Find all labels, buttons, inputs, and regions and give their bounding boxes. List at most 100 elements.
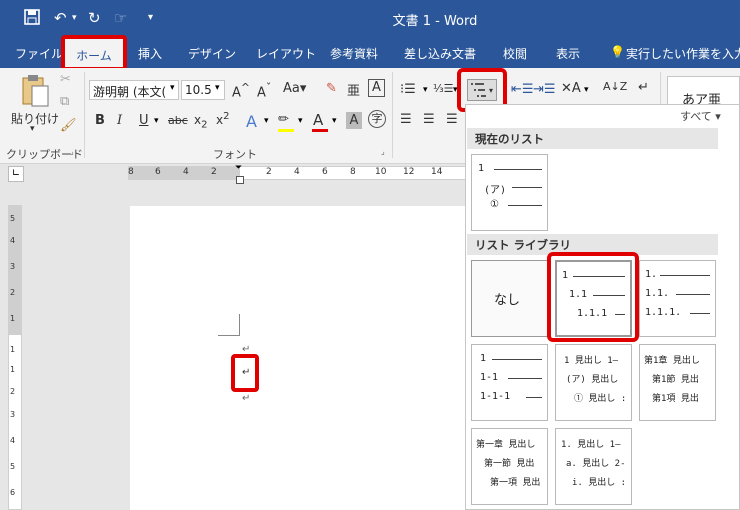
ruler-number: 2: [10, 288, 16, 297]
indent-marker-icon[interactable]: ⏷: [235, 163, 242, 173]
align-right-icon[interactable]: ☰: [446, 112, 458, 127]
list-level-text: 1 見出し 1—: [564, 356, 619, 366]
list-style-tile-5[interactable]: 第1章 見出し 第1節 見出 第1項 見出: [639, 344, 716, 421]
list-line: [690, 313, 710, 314]
ruler-number: 12: [403, 167, 415, 177]
ruler-number: 5: [10, 462, 16, 471]
numbering-icon[interactable]: ⅓☰: [433, 82, 454, 95]
font-dialog-launcher-icon[interactable]: ⌟: [381, 147, 385, 156]
tab-insert[interactable]: 挿入: [138, 45, 162, 62]
document-page[interactable]: [130, 206, 470, 510]
list-style-tile-2[interactable]: 1. 1.1. 1.1.1.: [639, 260, 716, 337]
list-none-tile[interactable]: なし: [471, 260, 548, 337]
bullets-dropdown-icon[interactable]: ▾: [423, 85, 428, 95]
list-line: [492, 359, 542, 360]
gallery-filter[interactable]: すべて ▾: [680, 108, 721, 124]
ruler-number: 2: [10, 387, 16, 396]
text-effects-dropdown-icon[interactable]: ▾: [264, 116, 269, 126]
list-level-text: 第1章 見出し: [644, 356, 700, 366]
highlight-dropdown-icon[interactable]: ▾: [298, 116, 303, 126]
dialog-launcher-icon[interactable]: ⌟: [70, 147, 74, 156]
underline-icon[interactable]: U: [139, 113, 149, 128]
list-style-tile-6[interactable]: 第一章 見出し 第一節 見出 第一項 見出: [471, 428, 548, 505]
tab-view[interactable]: 表示: [556, 45, 580, 62]
list-style-tile-7[interactable]: 1. 見出し 1— a. 見出し 2- i. 見出し :: [555, 428, 632, 505]
ruler-number: 6: [10, 488, 16, 497]
list-line: [660, 275, 710, 276]
ruler-number: 4: [183, 167, 189, 177]
tab-home[interactable]: ホーム: [61, 35, 127, 71]
character-border-icon[interactable]: A: [368, 79, 385, 97]
paste-icon[interactable]: [20, 74, 50, 111]
cut-icon[interactable]: ✂: [60, 72, 71, 87]
align-center-icon[interactable]: ☰: [423, 112, 435, 127]
paragraph-mark-icon[interactable]: ↵: [242, 367, 250, 378]
font-size-dropdown-icon[interactable]: ▾: [215, 83, 220, 93]
font-name-combo[interactable]: 游明朝 (本文(: [89, 80, 179, 100]
copy-icon[interactable]: ⧉: [60, 94, 69, 109]
current-list-heading: 現在のリスト: [467, 128, 718, 149]
phonetic-guide-icon[interactable]: 亜: [347, 80, 360, 99]
text-effects-icon[interactable]: A: [246, 112, 257, 131]
font-color-icon[interactable]: A: [313, 111, 323, 129]
ruler-number: 6: [322, 167, 328, 177]
paste-dropdown-icon[interactable]: ▾: [30, 124, 35, 134]
superscript-icon[interactable]: x2: [216, 111, 229, 127]
ruler-number: 6: [155, 167, 161, 177]
enclose-characters-icon[interactable]: 字: [368, 110, 386, 128]
subscript-icon[interactable]: x2: [194, 113, 207, 130]
font-dropdown-icon[interactable]: ▾: [170, 83, 175, 93]
list-style-tile-3[interactable]: 1 1-1 1-1-1: [471, 344, 548, 421]
ruler-number: 1: [10, 365, 16, 374]
tab-file[interactable]: ファイル: [15, 45, 63, 62]
asian-layout-icon[interactable]: ✕A: [561, 81, 581, 96]
list-line: [508, 378, 542, 379]
sort-icon[interactable]: A↓Z: [603, 80, 627, 93]
underline-dropdown-icon[interactable]: ▾: [154, 116, 159, 126]
tab-review[interactable]: 校閲: [503, 45, 527, 62]
ruler-number: 5: [10, 214, 16, 223]
align-left-icon[interactable]: ☰: [400, 112, 412, 127]
list-level-text: 1: [478, 163, 485, 174]
italic-icon[interactable]: I: [117, 113, 122, 128]
tab-mailings[interactable]: 差し込み文書: [404, 45, 476, 62]
list-line: [512, 187, 542, 188]
current-list-tile[interactable]: 1 (ア) ①: [471, 154, 548, 231]
font-color-dropdown-icon[interactable]: ▾: [332, 116, 337, 126]
list-level-text: (ア) 見出し: [566, 375, 619, 385]
shrink-font-icon[interactable]: Aˇ: [257, 81, 271, 100]
list-level-text: 1.: [645, 269, 658, 280]
list-level-text: 1.1.: [645, 288, 670, 299]
ruler-number: 1: [10, 314, 16, 323]
left-indent-marker-icon[interactable]: [236, 176, 244, 184]
format-painter-icon[interactable]: 🖌: [60, 118, 77, 133]
grow-font-icon[interactable]: A^: [232, 81, 250, 100]
strikethrough-icon[interactable]: abc: [168, 114, 188, 127]
tab-references[interactable]: 参考資料: [330, 45, 378, 62]
tell-me-input[interactable]: 実行したい作業を入力: [626, 45, 740, 62]
character-shading-icon[interactable]: A: [346, 112, 362, 129]
highlight-color-bar: [278, 129, 294, 132]
tab-selector-icon[interactable]: ∟: [8, 166, 24, 182]
paste-label[interactable]: 貼り付け: [11, 110, 59, 127]
tab-layout[interactable]: レイアウト: [256, 45, 316, 62]
ruler-number: 4: [10, 236, 16, 245]
bullets-icon[interactable]: ⁝☰: [400, 82, 416, 97]
change-case-icon[interactable]: Aa▾: [283, 81, 306, 96]
list-level-text: 1. 見出し 1—: [561, 440, 621, 450]
list-line: [676, 294, 710, 295]
increase-indent-icon[interactable]: ⇥☰: [533, 82, 556, 97]
bold-icon[interactable]: B: [95, 113, 105, 128]
show-marks-icon[interactable]: ↵: [638, 80, 649, 95]
clear-formatting-icon[interactable]: ✎: [326, 81, 337, 96]
highlight-icon[interactable]: ✏: [278, 112, 289, 127]
asian-layout-dropdown-icon[interactable]: ▾: [584, 85, 589, 95]
ruler-number: 2: [266, 167, 272, 177]
selected-list-highlight: [547, 252, 639, 342]
tab-design[interactable]: デザイン: [188, 45, 236, 62]
decrease-indent-icon[interactable]: ⇤☰: [511, 82, 534, 97]
list-line: [526, 397, 542, 398]
list-level-text: i. 見出し :: [572, 478, 627, 488]
list-style-tile-4[interactable]: 1 見出し 1— (ア) 見出し ① 見出し :: [555, 344, 632, 421]
list-level-text: 1-1: [480, 372, 499, 383]
